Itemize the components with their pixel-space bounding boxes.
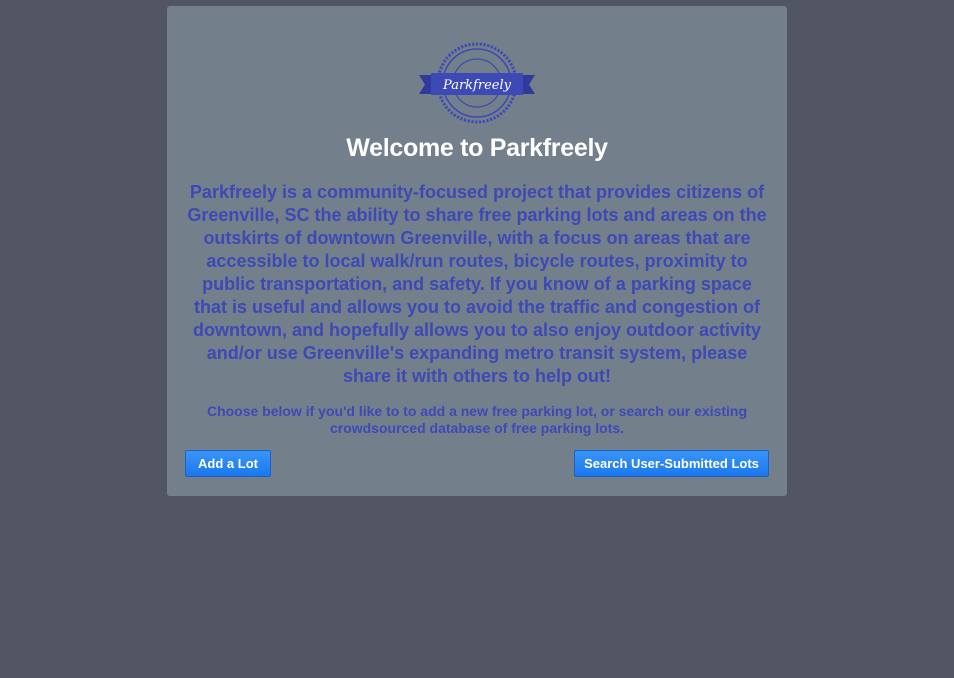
parkfreely-badge-icon: Parkfreely (419, 42, 535, 124)
add-lot-button[interactable]: Add a Lot (185, 450, 271, 477)
logo-text: Parkfreely (442, 78, 512, 93)
page-title: Welcome to Parkfreely (346, 134, 608, 162)
parkfreely-logo: Parkfreely (419, 38, 535, 128)
instructions-text: Choose below if you'd like to to add a n… (206, 403, 748, 436)
intro-paragraph: Parkfreely is a community-focused projec… (187, 182, 767, 386)
welcome-card: Parkfreely Welcome to Parkfreely Parkfre… (167, 6, 787, 496)
search-lots-button[interactable]: Search User-Submitted Lots (574, 450, 769, 477)
